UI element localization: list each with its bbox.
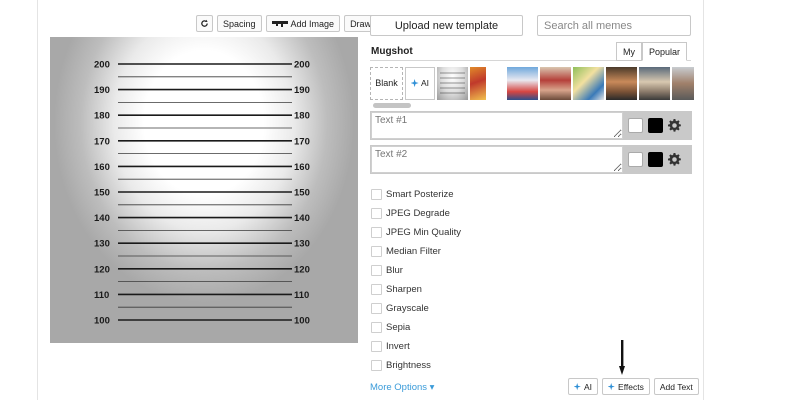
height-label-left: 100 (94, 316, 110, 327)
add-text-button[interactable]: Add Text (653, 378, 699, 395)
text-box-row-1 (370, 111, 692, 140)
effect-option: Blur (371, 261, 461, 280)
effect-option: Sepia (371, 318, 461, 337)
text-settings-button[interactable] (667, 152, 682, 167)
template-thumbnail[interactable] (672, 66, 694, 100)
tab-popular[interactable]: Popular (642, 42, 688, 61)
effect-checkbox[interactable] (371, 246, 382, 257)
text-color-swatch[interactable] (628, 118, 643, 133)
bottom-actions: AI Effects Add Text (568, 378, 699, 395)
text-color-swatch[interactable] (628, 152, 643, 167)
height-label-left: 200 (94, 60, 110, 71)
text-input-2[interactable] (371, 146, 623, 173)
effect-checkbox[interactable] (371, 284, 382, 295)
height-label-left: 120 (94, 264, 110, 275)
gear-icon (668, 153, 681, 166)
sparkle-icon (608, 382, 615, 390)
template-thumbnail[interactable] (507, 66, 538, 100)
add-image-icon (271, 21, 288, 27)
tab-my[interactable]: My (616, 42, 642, 61)
effect-checkbox[interactable] (371, 227, 382, 238)
ai-template-button[interactable]: AI (405, 66, 435, 100)
height-label-left: 180 (94, 111, 110, 122)
height-label-right: 180 (294, 111, 310, 122)
template-thumbnail[interactable] (470, 66, 486, 100)
template-thumbnail[interactable] (488, 66, 505, 100)
text-box-row-2 (370, 145, 692, 174)
height-label-left: 170 (94, 136, 110, 147)
effect-checkbox[interactable] (371, 208, 382, 219)
effect-option: Grayscale (371, 299, 461, 318)
blank-template-button[interactable]: Blank (370, 66, 403, 100)
template-title: Mugshot (371, 46, 413, 57)
canvas-toolbar: Spacing Add Image Draw (196, 15, 378, 32)
thumbnails-scrollbar[interactable] (373, 103, 411, 108)
template-thumbnail[interactable] (437, 66, 468, 100)
height-label-left: 110 (94, 290, 109, 301)
effect-option: JPEG Min Quality (371, 223, 461, 242)
upload-template-button[interactable]: Upload new template (370, 15, 523, 36)
effects-button[interactable]: Effects (602, 378, 650, 395)
height-label-left: 160 (94, 162, 110, 173)
effect-checkbox[interactable] (371, 360, 382, 371)
template-tabs: My Popular (616, 42, 688, 61)
height-label-left: 150 (94, 188, 110, 199)
more-options-link[interactable]: More Options ▾ (370, 382, 434, 393)
add-image-button[interactable]: Add Image (265, 15, 341, 32)
arrow-down-icon (619, 340, 625, 375)
outline-color-swatch[interactable] (648, 118, 663, 133)
template-thumbnail[interactable] (573, 66, 604, 100)
template-thumbnail[interactable] (606, 66, 637, 100)
template-thumbnail[interactable] (540, 66, 571, 100)
height-label-right: 150 (294, 188, 310, 199)
effect-option: Median Filter (371, 242, 461, 261)
effect-checkbox[interactable] (371, 322, 382, 333)
height-chart: 200 200 190 190 180 180 170 170 160 160 150 150 140 1… (94, 60, 310, 327)
height-label-left: 190 (94, 85, 110, 96)
text-input-1[interactable] (371, 112, 623, 139)
effect-option: Brightness (371, 356, 461, 375)
height-label-right: 110 (294, 290, 309, 301)
sparkle-icon (410, 78, 419, 87)
height-label-right: 170 (294, 136, 310, 147)
template-thumbnails: Blank AI (370, 66, 696, 100)
height-label-right: 200 (294, 60, 310, 71)
refresh-icon (201, 19, 208, 27)
text-settings-button[interactable] (667, 118, 682, 133)
effect-checkbox[interactable] (371, 341, 382, 352)
effect-option: Invert (371, 337, 461, 356)
effects-list: Smart Posterize JPEG Degrade JPEG Min Qu… (371, 185, 461, 375)
outline-color-swatch[interactable] (648, 152, 663, 167)
ai-button[interactable]: AI (568, 378, 599, 395)
effect-option: JPEG Degrade (371, 204, 461, 223)
height-label-right: 140 (294, 213, 310, 224)
height-label-left: 140 (94, 213, 110, 224)
height-label-left: 130 (94, 239, 110, 250)
effect-option: Smart Posterize (371, 185, 461, 204)
spacing-button[interactable]: Spacing (217, 15, 262, 32)
height-label-right: 160 (294, 162, 310, 173)
effect-checkbox[interactable] (371, 265, 382, 276)
effect-option: Sharpen (371, 280, 461, 299)
height-label-right: 190 (294, 85, 310, 96)
search-input[interactable] (537, 15, 691, 36)
effect-checkbox[interactable] (371, 189, 382, 200)
height-label-right: 100 (294, 316, 310, 327)
height-label-right: 130 (294, 239, 310, 250)
gear-icon (668, 119, 681, 132)
height-label-right: 120 (294, 264, 310, 275)
sparkle-icon (574, 382, 581, 390)
rotate-button[interactable] (196, 15, 213, 32)
meme-canvas[interactable]: 200 200 190 190 180 180 170 170 160 160 150 150 140 1… (50, 37, 358, 343)
template-thumbnail[interactable] (639, 66, 670, 100)
effect-checkbox[interactable] (371, 303, 382, 314)
